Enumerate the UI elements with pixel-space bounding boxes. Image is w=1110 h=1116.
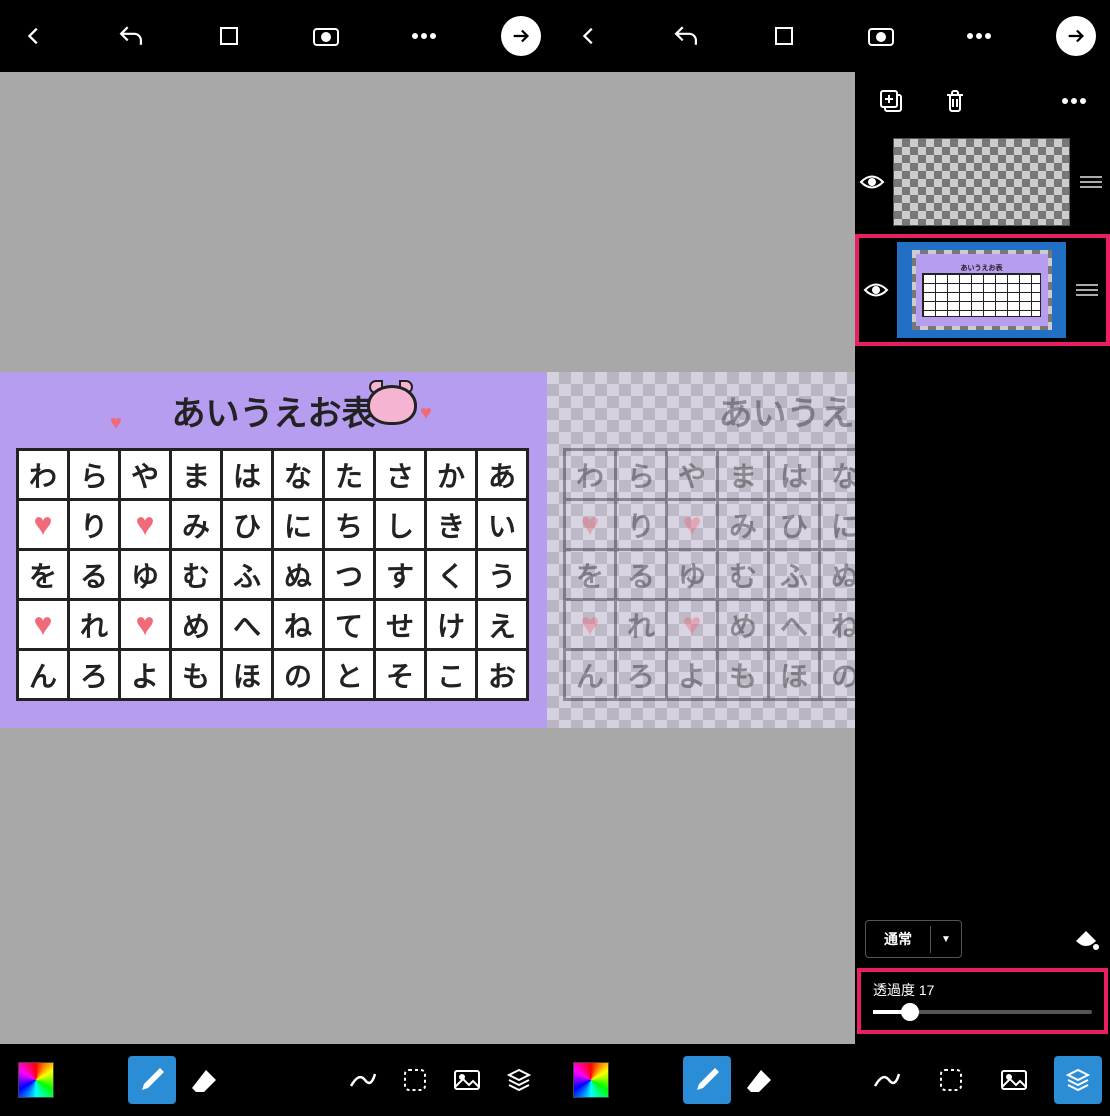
undo-button[interactable] (109, 14, 153, 58)
artwork-right: あいうえお表 わらやまはなたさかあ♥り♥みひにちしきいをるゆむふぬつすくう♥れ♥… (547, 372, 855, 728)
layer-item-selected[interactable]: あいうえお表 (855, 234, 1110, 346)
hiragana-grid: わらやまはなたさかあ♥り♥みひにちしきいをるゆむふぬつすくう♥れ♥めへねてせけえ… (16, 448, 529, 701)
lasso-tool-button[interactable] (927, 1056, 975, 1104)
canvas[interactable]: あいうえお表 ♥ ♥ わらやまはなたさかあ♥り♥みひにちしきいをるゆむふぬつすく… (0, 72, 855, 1044)
layers-tool-button[interactable] (1054, 1056, 1102, 1104)
add-layer-button[interactable] (869, 79, 913, 123)
color-picker-button[interactable] (12, 1056, 60, 1104)
visibility-toggle[interactable] (863, 281, 891, 299)
curve-tool-button[interactable] (863, 1056, 911, 1104)
lasso-tool-button[interactable] (391, 1056, 439, 1104)
visibility-toggle[interactable] (859, 173, 887, 191)
chevron-down-icon: ▼ (930, 926, 961, 953)
layers-tool-button[interactable] (495, 1056, 543, 1104)
bottom-toolbar-right (855, 1044, 1110, 1116)
bottom-toolbar-mid (555, 1044, 855, 1116)
hiragana-grid: わらやまはなたさかあ♥り♥みひにちしきいをるゆむふぬつすくう♥れ♥めへねてせけえ… (563, 448, 855, 701)
blend-mode-select[interactable]: 通常 ▼ (865, 920, 962, 958)
back-button[interactable] (567, 14, 611, 58)
crop-button[interactable] (762, 14, 806, 58)
more-button[interactable] (957, 14, 1001, 58)
opacity-slider[interactable] (873, 1010, 1092, 1014)
fill-bucket-icon[interactable] (1070, 925, 1100, 953)
eraser-tool-button[interactable] (180, 1056, 228, 1104)
brush-tool-button[interactable] (683, 1056, 731, 1104)
undo-button[interactable] (664, 14, 708, 58)
top-toolbar-left (0, 0, 555, 72)
next-button[interactable] (499, 14, 543, 58)
color-picker-button[interactable] (567, 1056, 615, 1104)
heart-icon: ♥ (110, 412, 122, 435)
crop-button[interactable] (207, 14, 251, 58)
back-button[interactable] (12, 14, 56, 58)
layer-thumbnail: あいうえお表 (912, 250, 1052, 330)
opacity-label: 透過度 17 (873, 980, 1092, 1000)
opacity-control: 透過度 17 (857, 968, 1108, 1034)
artwork-title: あいうえお表 (0, 386, 547, 435)
top-toolbar-right (555, 0, 1110, 72)
brush-tool-button[interactable] (128, 1056, 176, 1104)
drag-handle-icon[interactable] (1072, 284, 1102, 296)
next-button[interactable] (1054, 14, 1098, 58)
bottom-toolbar-left (0, 1044, 555, 1116)
layer-more-button[interactable] (1052, 79, 1096, 123)
blend-mode-label: 通常 (866, 921, 930, 957)
layer-item[interactable] (855, 130, 1110, 234)
camera-button[interactable] (304, 14, 348, 58)
artwork-title: あいうえお表 (547, 386, 855, 435)
layer-thumbnail (893, 138, 1070, 226)
image-tool-button[interactable] (990, 1056, 1038, 1104)
eraser-tool-button[interactable] (735, 1056, 783, 1104)
pig-illustration (357, 380, 427, 430)
curve-tool-button[interactable] (339, 1056, 387, 1104)
drag-handle-icon[interactable] (1076, 176, 1106, 188)
more-button[interactable] (402, 14, 446, 58)
camera-button[interactable] (859, 14, 903, 58)
image-tool-button[interactable] (443, 1056, 491, 1104)
layers-panel: あいうえお表 通常 ▼ 透過度 17 (855, 72, 1110, 1044)
delete-layer-button[interactable] (933, 79, 977, 123)
artwork-left: あいうえお表 ♥ ♥ わらやまはなたさかあ♥り♥みひにちしきいをるゆむふぬつすく… (0, 372, 547, 728)
